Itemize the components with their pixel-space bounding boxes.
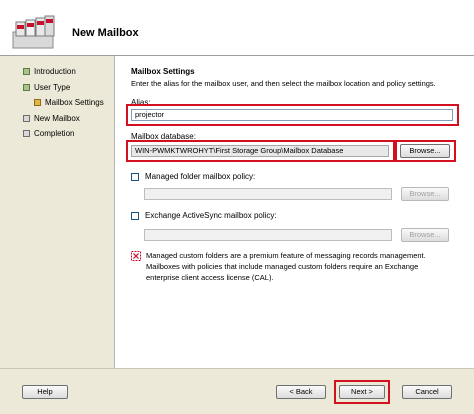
mailbox-wizard-icon [12, 15, 55, 49]
info-line-2: Mailboxes with policies that include man… [146, 262, 419, 271]
back-button[interactable]: < Back [276, 385, 326, 399]
nav-step-introduction: Introduction [23, 66, 76, 78]
nav-step-user-type: User Type [23, 82, 70, 94]
info-line-1: Managed custom folders are a premium fea… [146, 251, 426, 260]
wizard-header: New Mailbox [0, 0, 474, 56]
database-label: Mailbox database: [131, 132, 196, 141]
section-title: Mailbox Settings [131, 67, 195, 76]
nav-step-label: New Mailbox [34, 114, 80, 123]
nav-step-label: Introduction [34, 67, 76, 76]
activesync-browse-button[interactable]: Browse... [401, 228, 449, 242]
info-line-3: enterprise client access license (CAL). [146, 273, 274, 282]
step-pending-icon [23, 130, 30, 138]
next-button[interactable]: Next > [339, 385, 385, 399]
nav-step-label: User Type [34, 83, 71, 92]
activesync-label: Exchange ActiveSync mailbox policy: [145, 211, 277, 220]
nav-step-new-mailbox: New Mailbox [23, 113, 80, 125]
nav-step-label: Completion [34, 129, 75, 138]
nav-step-mailbox-settings: Mailbox Settings [34, 97, 104, 109]
step-pending-icon [23, 115, 30, 123]
section-description: Enter the alias for the mailbox user, an… [131, 79, 436, 88]
activesync-field [144, 229, 392, 241]
managed-folder-field [144, 188, 392, 200]
activesync-checkbox[interactable] [131, 212, 139, 220]
settings-panel: Mailbox Settings Enter the alias for the… [114, 56, 474, 368]
wizard-steps-nav: Introduction User Type Mailbox Settings … [0, 56, 114, 368]
step-done-icon [23, 68, 30, 76]
wizard-title: New Mailbox [72, 27, 139, 39]
step-current-icon [34, 99, 41, 107]
nav-step-label: Mailbox Settings [45, 98, 104, 107]
database-browse-button[interactable]: Browse... [400, 144, 450, 158]
nav-step-completion: Completion [23, 128, 74, 140]
step-done-icon [23, 84, 30, 92]
wizard-footer: Help < Back Next > Cancel [0, 368, 474, 414]
managed-folder-checkbox[interactable] [131, 173, 139, 181]
alias-input[interactable]: projector [131, 109, 453, 121]
warning-icon [131, 251, 141, 261]
managed-folder-browse-button[interactable]: Browse... [401, 187, 449, 201]
alias-label: Alias: [131, 98, 151, 107]
database-field: WIN-PWMKTWROHYT\First Storage Group\Mail… [131, 145, 389, 157]
help-button[interactable]: Help [22, 385, 68, 399]
cancel-button[interactable]: Cancel [402, 385, 452, 399]
managed-folder-label: Managed folder mailbox policy: [145, 172, 256, 181]
